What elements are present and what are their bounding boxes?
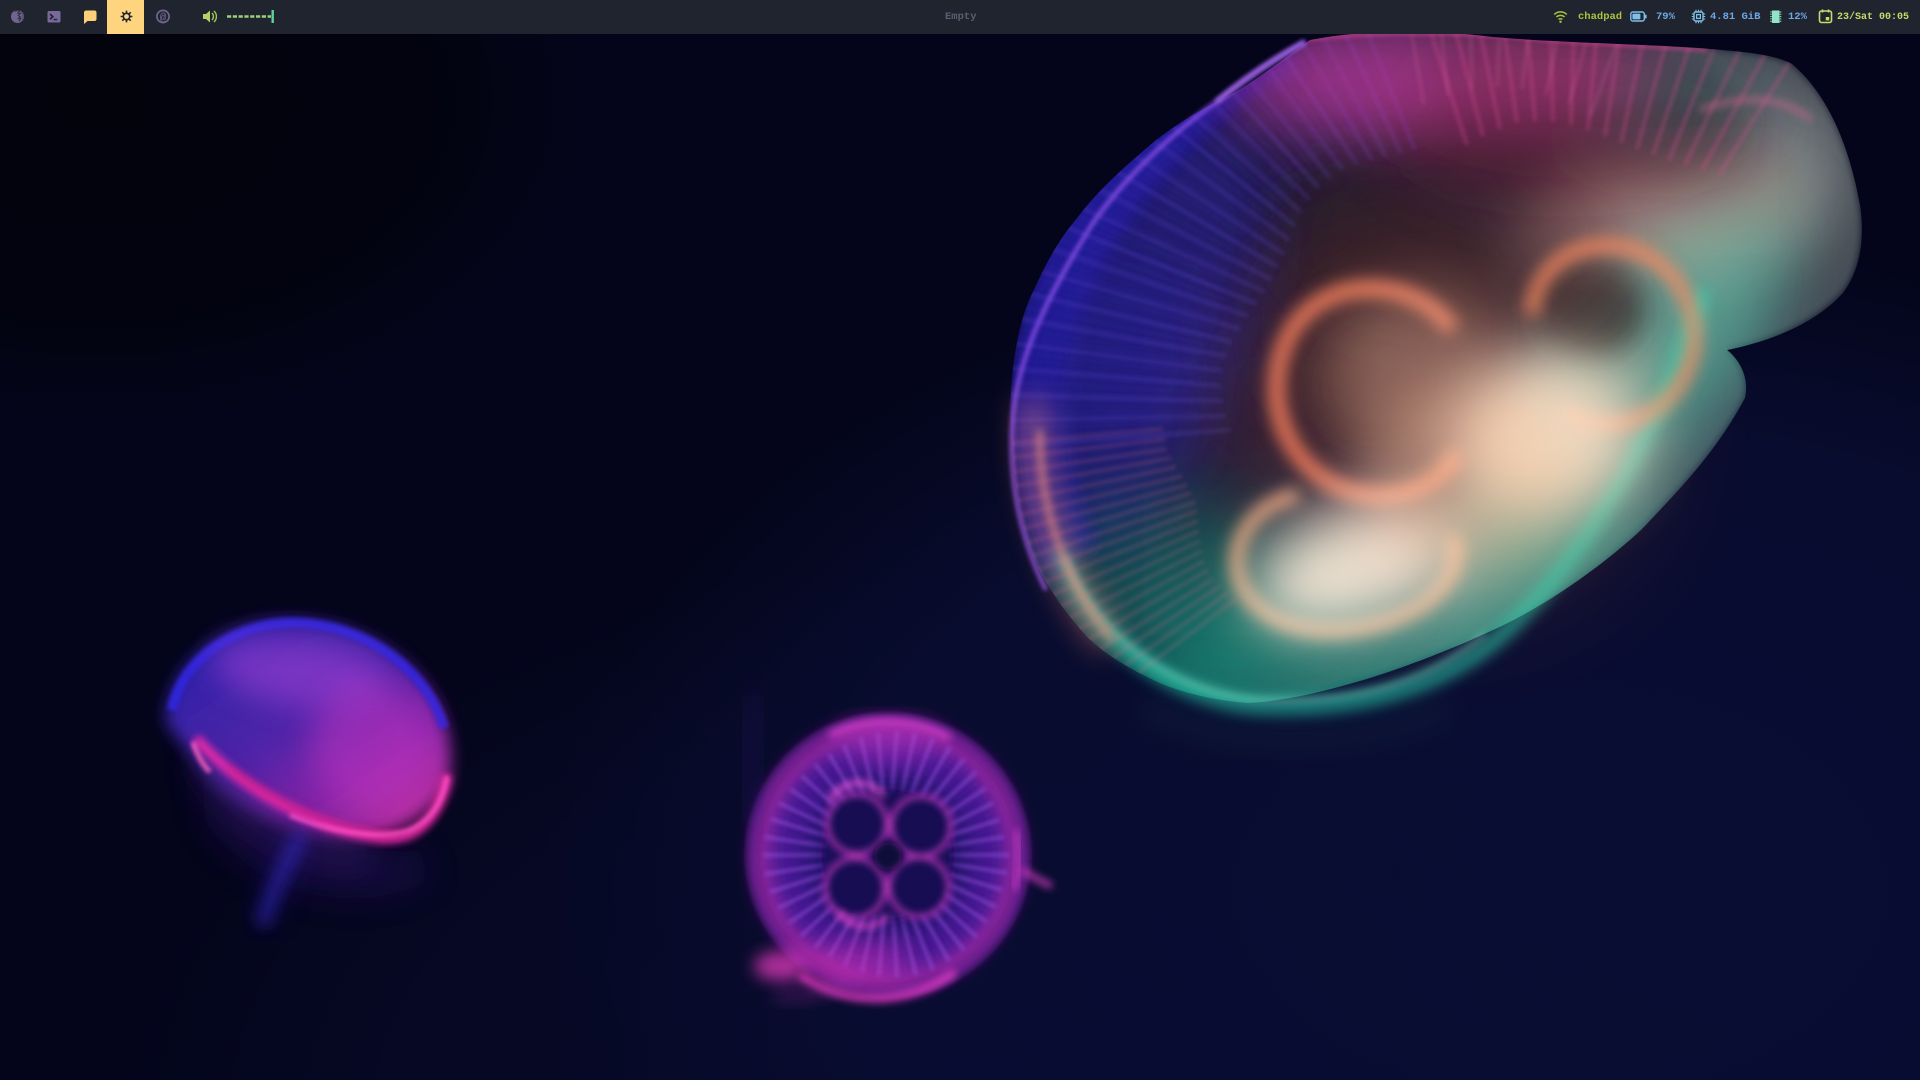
svg-text:@: @: [160, 13, 167, 25]
